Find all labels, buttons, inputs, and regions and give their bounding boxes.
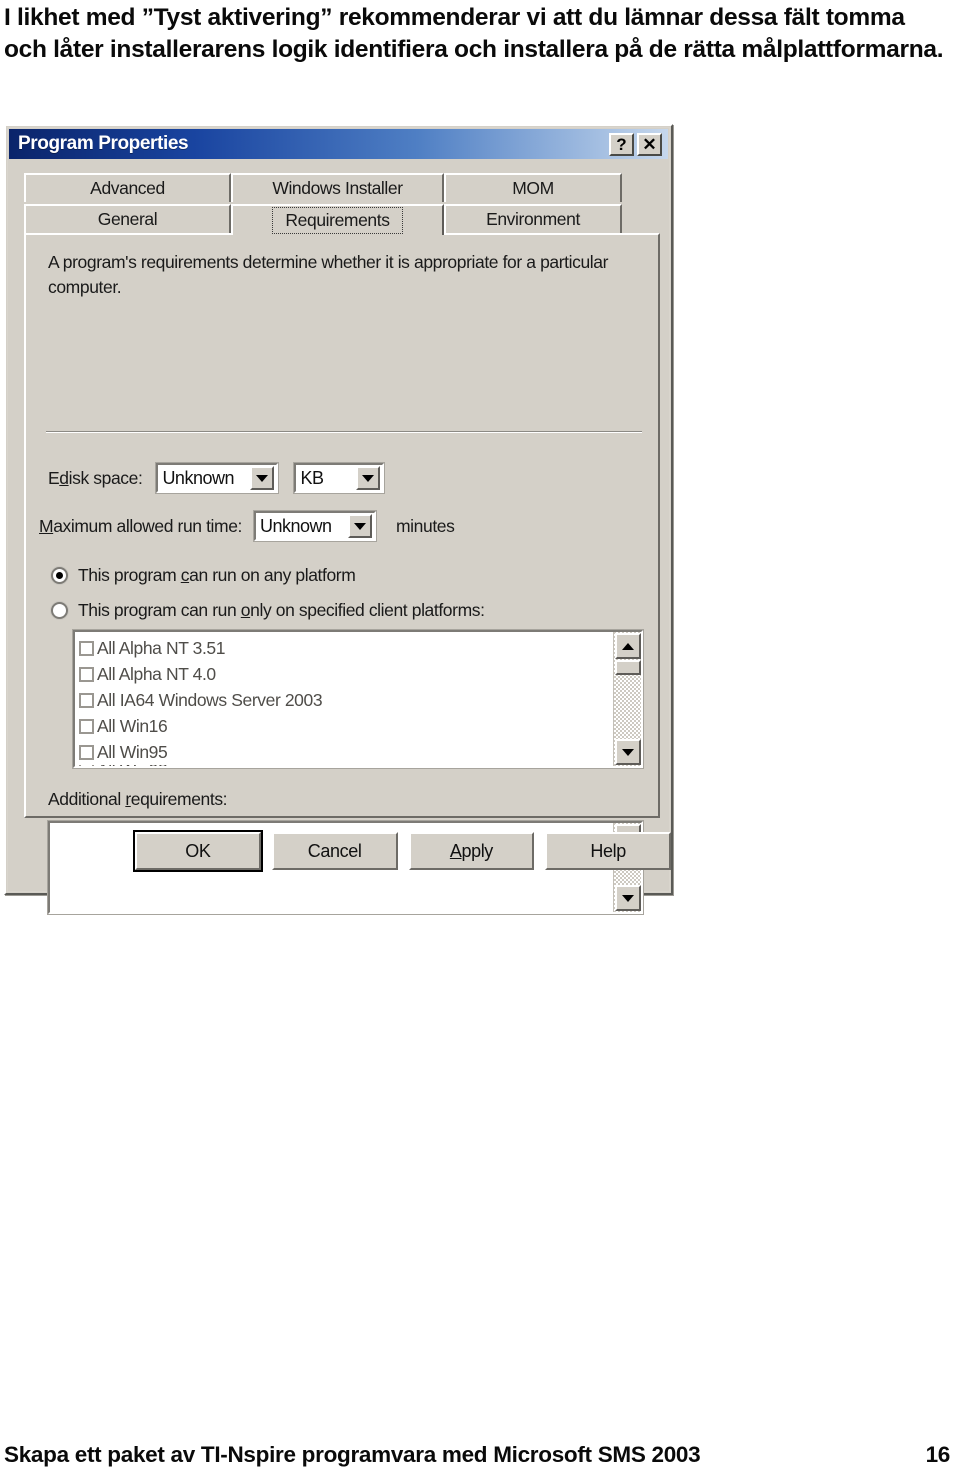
page-number: 16 (925, 1442, 951, 1467)
radio-any-platform-label: This program can run on any platform (78, 565, 356, 585)
apply-button-label: Apply (449, 840, 493, 861)
list-item[interactable]: All Win95 (79, 739, 611, 765)
radio-any-platform[interactable]: This program can run on any platform (51, 565, 356, 586)
radio-any-platform-indicator[interactable] (51, 567, 68, 584)
section-divider (46, 431, 642, 433)
platform-listbox[interactable]: All Alpha NT 3.51 All Alpha NT 4.0 All I… (72, 629, 644, 769)
estimated-disk-space-label: Edisk space: (48, 467, 143, 488)
checkbox-icon[interactable] (79, 666, 94, 682)
list-item[interactable]: All Alpha NT 3.51 (79, 635, 611, 661)
tab-general[interactable]: General (24, 204, 231, 233)
max-run-time-combo[interactable]: Unknown (253, 510, 377, 542)
platform-list-scrollbar[interactable] (613, 632, 641, 766)
help-dialog-button-label: Help (590, 840, 626, 861)
max-run-time-value: Unknown (260, 515, 332, 536)
tab-advanced[interactable]: Advanced (24, 173, 231, 202)
footer-title: Skapa ett paket av TI-Nspire programvara… (4, 1442, 701, 1467)
list-item-label: All IA64 Windows Server 2003 (97, 689, 323, 710)
tab-requirements[interactable]: Requirements (231, 204, 444, 235)
estimated-disk-space-row: Edisk space: Unknown KB (48, 462, 386, 494)
radio-specified-platforms-indicator[interactable] (51, 602, 68, 619)
checkbox-icon[interactable] (79, 718, 94, 734)
list-item-label: All Alpha NT 4.0 (97, 663, 216, 684)
cancel-button[interactable]: Cancel (271, 832, 398, 870)
cancel-button-label: Cancel (307, 840, 362, 861)
checkbox-icon[interactable] (79, 765, 94, 766)
scroll-up-icon[interactable] (615, 633, 641, 659)
checkbox-icon[interactable] (79, 692, 94, 708)
estimated-disk-space-value: Unknown (162, 467, 234, 488)
apply-button[interactable]: Apply (408, 832, 535, 870)
tab-windows-installer-label: Windows Installer (272, 178, 403, 198)
tab-mom[interactable]: MOM (444, 173, 622, 202)
list-item[interactable]: All Alpha NT 4.0 (79, 661, 611, 687)
tab-advanced-label: Advanced (90, 178, 165, 198)
chevron-down-icon[interactable] (356, 466, 381, 490)
dialog-button-bar: OK Cancel Apply Help (6, 832, 671, 870)
max-run-time-units: minutes (396, 515, 455, 536)
tab-environment-label: Environment (486, 209, 580, 229)
list-item-label: All Win95 (97, 741, 168, 762)
tab-row-bottom: General Requirements Environment (24, 203, 660, 235)
tab-row-top: Advanced Windows Installer MOM (24, 172, 660, 202)
tabstrip: Advanced Windows Installer MOM General R… (24, 172, 660, 235)
tab-windows-installer[interactable]: Windows Installer (231, 173, 444, 202)
disk-space-unit-combo[interactable]: KB (293, 462, 386, 494)
scroll-down-icon[interactable] (615, 885, 641, 911)
tab-general-label: General (97, 209, 158, 229)
checkbox-icon[interactable] (79, 744, 94, 760)
scroll-down-icon[interactable] (615, 739, 641, 765)
radio-specified-platforms-label: This program can run only on specified c… (78, 600, 485, 620)
disk-space-unit-value: KB (300, 467, 324, 488)
tab-environment[interactable]: Environment (444, 204, 622, 233)
radio-specified-platforms[interactable]: This program can run only on specified c… (51, 600, 485, 621)
help-icon[interactable]: ? (609, 132, 634, 156)
tab-requirements-label: Requirements (272, 207, 403, 234)
ok-button-label: OK (185, 840, 211, 861)
list-item-label: All Win98 (97, 765, 168, 766)
checkbox-icon[interactable] (79, 640, 94, 656)
program-properties-dialog: Program Properties ? ✕ Advanced Windows … (4, 124, 673, 915)
scrollbar-thumb[interactable] (615, 660, 641, 675)
dialog-title: Program Properties (18, 133, 189, 154)
intro-paragraph: I likhet med ”Tyst aktivering” rekommend… (4, 4, 944, 63)
estimated-disk-space-combo[interactable]: Unknown (155, 462, 280, 494)
help-dialog-button[interactable]: Help (545, 832, 671, 870)
list-item[interactable]: All Win16 (79, 713, 611, 739)
list-item-label: All Win16 (97, 715, 168, 736)
close-icon[interactable]: ✕ (637, 132, 662, 156)
chevron-down-icon[interactable] (348, 514, 372, 538)
titlebar-button-group: ? ✕ (609, 132, 666, 156)
dialog-titlebar[interactable]: Program Properties ? ✕ (9, 129, 668, 159)
list-item-label: All Alpha NT 3.51 (97, 637, 226, 658)
ok-button[interactable]: OK (135, 832, 261, 870)
requirements-tab-page: A program's requirements determine wheth… (24, 233, 660, 915)
additional-requirements-label: Additional requirements: (48, 789, 228, 809)
tab-mom-label: MOM (512, 178, 554, 198)
chevron-down-icon[interactable] (250, 466, 275, 490)
page-footer: Skapa ett paket av TI-Nspire programvara… (4, 1442, 956, 1468)
requirements-description: A program's requirements determine wheth… (48, 252, 609, 297)
list-item[interactable]: All IA64 Windows Server 2003 (79, 687, 611, 713)
list-item[interactable]: All Win98 (79, 765, 611, 766)
max-run-time-row: Maximum allowed run time: Unknown minute… (39, 510, 455, 542)
platform-list: All Alpha NT 3.51 All Alpha NT 4.0 All I… (75, 632, 611, 766)
max-run-time-label: Maximum allowed run time: (39, 515, 242, 536)
